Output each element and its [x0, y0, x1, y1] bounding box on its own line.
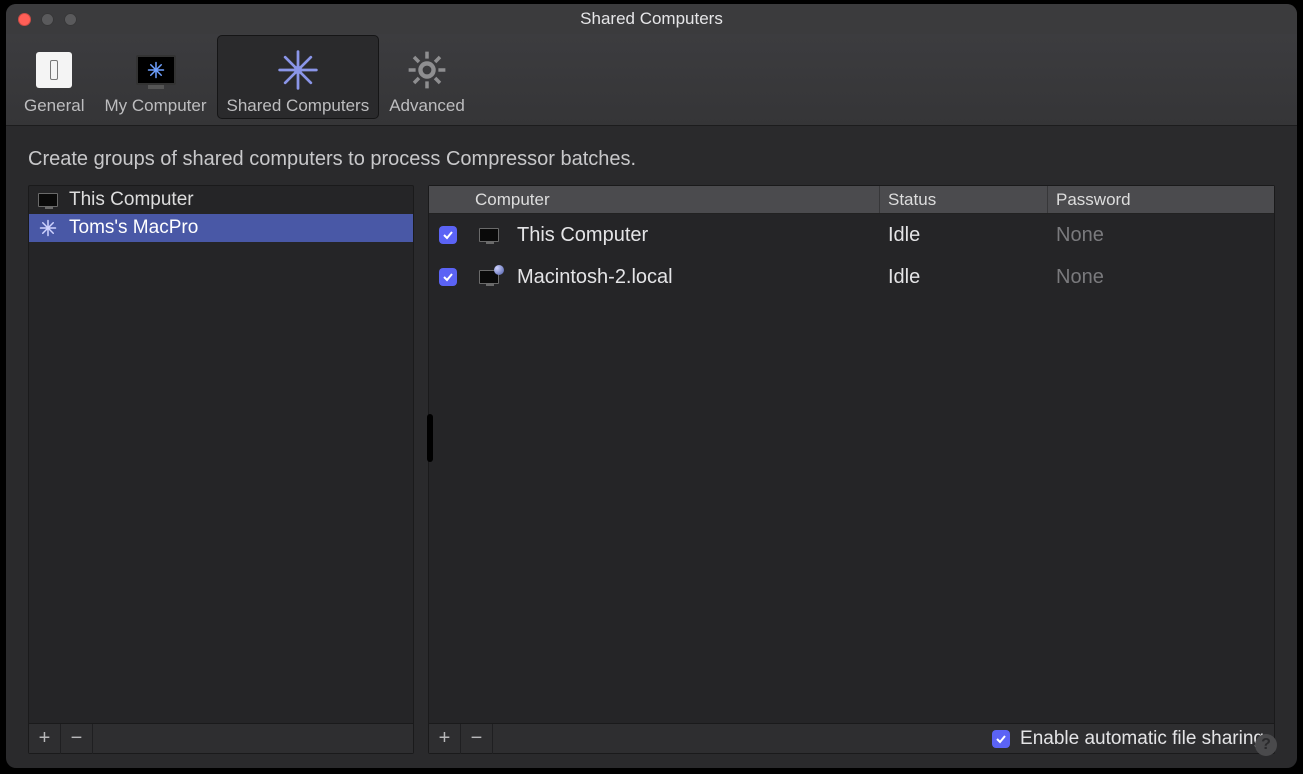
table-header: Computer Status Password — [429, 186, 1274, 214]
computers-panel: Computer Status Password This Compu — [428, 185, 1275, 754]
window-title: Shared Computers — [580, 9, 723, 29]
tab-shared-computers[interactable]: Shared Computers — [217, 35, 380, 119]
split-handle[interactable] — [427, 414, 433, 462]
split-panes: This Computer Toms's MacPro + − — [28, 185, 1275, 754]
group-label: This Computer — [69, 189, 194, 211]
group-row-toms-macpro[interactable]: Toms's MacPro — [29, 214, 413, 242]
column-computer[interactable]: Computer — [467, 186, 880, 213]
preferences-window: Shared Computers General My Computer — [6, 4, 1297, 768]
table-row[interactable]: This Computer Idle None — [429, 214, 1274, 256]
minimize-button[interactable] — [41, 13, 54, 26]
computers-list[interactable]: This Computer Idle None M — [429, 214, 1274, 723]
computer-name: Macintosh-2.local — [517, 266, 673, 289]
switch-icon — [32, 48, 76, 92]
remove-computer-button[interactable]: − — [461, 724, 493, 754]
password-cell: None — [1048, 256, 1274, 298]
add-computer-button[interactable]: + — [429, 724, 461, 754]
network-monitor-icon — [475, 270, 503, 284]
tab-general[interactable]: General — [14, 35, 94, 119]
gear-icon — [405, 48, 449, 92]
file-sharing-label: Enable automatic file sharing — [1020, 728, 1264, 750]
toolbar: General My Computer Shared Computers — [6, 34, 1297, 126]
row-checkbox[interactable] — [439, 226, 457, 244]
remove-group-button[interactable]: − — [61, 724, 93, 754]
file-sharing-checkbox[interactable] — [992, 730, 1010, 748]
tab-advanced[interactable]: Advanced — [379, 35, 475, 119]
monitor-icon — [37, 193, 59, 207]
monitor-snowflake-icon — [134, 48, 178, 92]
tab-my-computer[interactable]: My Computer — [94, 35, 216, 119]
description-text: Create groups of shared computers to pro… — [28, 148, 1275, 171]
group-row-this-computer[interactable]: This Computer — [29, 186, 413, 214]
row-checkbox[interactable] — [439, 268, 457, 286]
titlebar[interactable]: Shared Computers — [6, 4, 1297, 34]
computer-name: This Computer — [517, 224, 648, 247]
table-row[interactable]: Macintosh-2.local Idle None — [429, 256, 1274, 298]
column-checkbox[interactable] — [429, 186, 467, 213]
column-status[interactable]: Status — [880, 186, 1048, 213]
groups-list[interactable]: This Computer Toms's MacPro — [29, 186, 413, 723]
add-group-button[interactable]: + — [29, 724, 61, 754]
zoom-button[interactable] — [64, 13, 77, 26]
traffic-lights — [18, 13, 77, 26]
file-sharing-option[interactable]: Enable automatic file sharing — [992, 728, 1274, 750]
snowflake-icon — [37, 219, 59, 237]
content-area: Create groups of shared computers to pro… — [6, 126, 1297, 768]
snowflake-icon — [276, 48, 320, 92]
status-cell: Idle — [880, 256, 1048, 298]
close-button[interactable] — [18, 13, 31, 26]
group-label: Toms's MacPro — [69, 217, 198, 239]
groups-footer: + − — [29, 723, 413, 753]
computers-footer: + − Enable automatic file sharing — [429, 723, 1274, 753]
column-password[interactable]: Password — [1048, 186, 1274, 213]
status-cell: Idle — [880, 214, 1048, 256]
help-button[interactable]: ? — [1255, 734, 1277, 756]
monitor-icon — [475, 228, 503, 242]
groups-panel: This Computer Toms's MacPro + − — [28, 185, 414, 754]
password-cell: None — [1048, 214, 1274, 256]
